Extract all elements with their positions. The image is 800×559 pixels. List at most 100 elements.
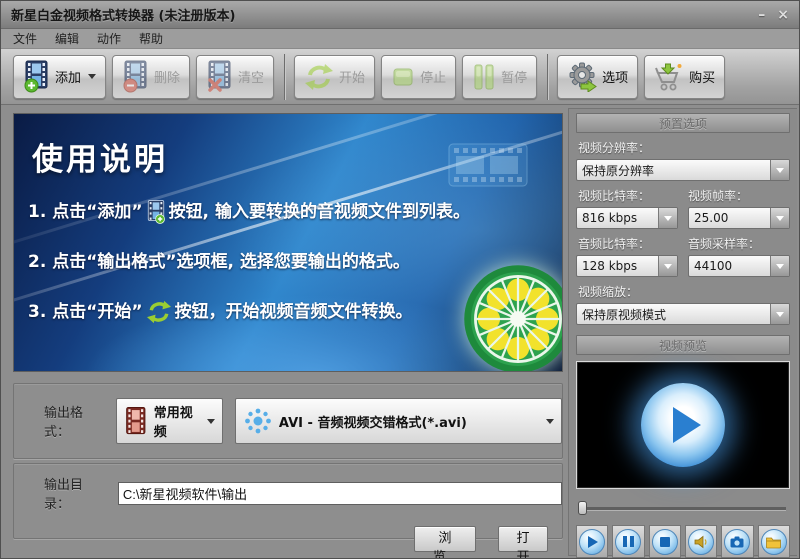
add-dropdown-arrow-icon[interactable] (88, 74, 96, 79)
frame-rate-label: 视频帧率： (688, 187, 790, 204)
pause-icon (615, 529, 641, 555)
camera-icon (724, 529, 750, 555)
inline-add-film-icon (146, 199, 166, 225)
sample-rate-combobox[interactable]: 44100 (688, 255, 790, 277)
audio-bitrate-combobox[interactable]: 128 kbps (576, 255, 678, 277)
pause-bars-icon (472, 63, 496, 91)
window-title: 新星白金视频格式转换器 (未注册版本) (11, 5, 235, 24)
player-controls (576, 525, 790, 558)
pause-button[interactable] (612, 525, 644, 558)
open-folder-button[interactable] (758, 525, 790, 558)
format-category-combobox[interactable]: 常用视频 (116, 398, 223, 444)
film-x-icon (206, 60, 233, 93)
dropdown-arrow-icon[interactable] (658, 256, 677, 276)
audio-bitrate-label: 音频比特率： (578, 235, 680, 252)
film-minus-icon (122, 60, 149, 93)
menu-file[interactable]: 文件 (13, 30, 37, 47)
usage-banner: 使用说明 1. 点击“添加” 按钮, 输入要转换的音视频文件到列表。 2. 点击… (13, 113, 563, 372)
film-plus-icon (23, 60, 50, 93)
sample-rate-label: 音频采样率： (688, 235, 790, 252)
speaker-icon (688, 529, 714, 555)
remove-button[interactable]: 删除 (112, 55, 190, 99)
preview-play-button[interactable] (641, 383, 725, 467)
category-dropdown-arrow-icon[interactable] (207, 419, 215, 424)
video-bitrate-combobox[interactable]: 816 kbps (576, 207, 678, 229)
frame-rate-combobox[interactable]: 25.00 (688, 207, 790, 229)
output-directory-group: 输出目录： 浏览... 打开 (13, 463, 563, 539)
add-button-label: 添加 (55, 67, 81, 86)
video-preview-header: 视频预览 (576, 335, 790, 355)
dropdown-arrow-icon[interactable] (770, 256, 789, 276)
buy-button[interactable]: 购买 (644, 55, 725, 99)
format-value: AVI - 音频视频交错格式(*.avi) (279, 412, 467, 431)
menu-edit[interactable]: 编辑 (55, 30, 79, 47)
toolbar-separator (547, 54, 549, 100)
instruction-step-2: 2. 点击“输出格式”选项框, 选择您要输出的格式。 (28, 247, 410, 272)
options-button[interactable]: 选项 (557, 55, 638, 99)
preset-options-header: 预置选项 (576, 113, 790, 133)
menu-bar: 文件 编辑 动作 帮助 (1, 29, 799, 49)
video-scale-label: 视频缩放： (578, 283, 790, 300)
dropdown-arrow-icon[interactable] (770, 208, 789, 228)
snapshot-button[interactable] (721, 525, 753, 558)
play-triangle-icon (673, 407, 701, 443)
dropdown-arrow-icon[interactable] (770, 160, 789, 180)
output-format-group: 输出格式： 常用视频 AVI - 音频视频交错格式(*.avi) (13, 383, 563, 459)
pause-button[interactable]: 暂停 (462, 55, 537, 99)
cart-icon (654, 62, 684, 92)
video-scale-combobox[interactable]: 保持原视频模式 (576, 303, 790, 325)
folder-icon (761, 529, 787, 555)
format-category-value: 常用视频 (154, 402, 201, 440)
clear-button[interactable]: 清空 (196, 55, 274, 99)
dropdown-arrow-icon[interactable] (658, 208, 677, 228)
app-window: 新星白金视频格式转换器 (未注册版本) – × 文件 编辑 动作 帮助 添加 (0, 0, 800, 559)
stop-button-label: 停止 (420, 67, 446, 86)
stop-square-icon (391, 65, 415, 89)
lime-wheel-logo (462, 263, 563, 372)
menu-action[interactable]: 动作 (97, 30, 121, 47)
stop-icon (652, 529, 678, 555)
preset-panel: 预置选项 视频分辨率： 保持原分辨率 视频比特率： 视频帧率： 816 kbps… (568, 108, 797, 556)
film-strip-decoration-icon (448, 136, 534, 192)
resolution-combobox[interactable]: 保持原分辨率 (576, 159, 790, 181)
output-directory-label: 输出目录： (44, 474, 106, 512)
output-directory-input[interactable] (118, 482, 562, 505)
refresh-arrows-icon (304, 63, 334, 91)
format-combobox[interactable]: AVI - 音频视频交错格式(*.avi) (235, 398, 562, 444)
pause-button-label: 暂停 (501, 67, 527, 86)
play-button[interactable] (576, 525, 608, 558)
video-bitrate-label: 视频比特率： (578, 187, 680, 204)
play-icon (579, 529, 605, 555)
video-preview-area (576, 361, 790, 489)
mute-button[interactable] (685, 525, 717, 558)
output-format-label: 输出格式： (44, 402, 104, 440)
add-button[interactable]: 添加 (13, 55, 106, 99)
format-dropdown-arrow-icon[interactable] (546, 419, 554, 424)
remove-button-label: 删除 (154, 67, 180, 86)
browse-button[interactable]: 浏览... (414, 526, 476, 552)
buy-button-label: 购买 (689, 67, 715, 86)
slider-thumb[interactable] (578, 501, 587, 515)
slider-track (580, 507, 786, 510)
resolution-label: 视频分辨率： (578, 139, 790, 156)
blue-dots-icon (243, 406, 273, 436)
dropdown-arrow-icon[interactable] (770, 304, 789, 324)
gear-icon (567, 62, 597, 92)
menu-help[interactable]: 帮助 (139, 30, 163, 47)
stop-button[interactable] (649, 525, 681, 558)
close-button[interactable]: × (777, 8, 789, 22)
preview-seek-slider[interactable] (576, 501, 790, 515)
stop-button[interactable]: 停止 (381, 55, 456, 99)
red-film-icon (124, 405, 148, 437)
start-button[interactable]: 开始 (294, 55, 375, 99)
title-bar: 新星白金视频格式转换器 (未注册版本) – × (1, 1, 799, 29)
toolbar-separator (284, 54, 286, 100)
inline-start-icon (146, 300, 172, 324)
open-button[interactable]: 打开 (498, 526, 548, 552)
options-button-label: 选项 (602, 67, 628, 86)
toolbar: 添加 删除 清空 (1, 49, 799, 105)
clear-button-label: 清空 (238, 67, 264, 86)
instruction-step-1: 1. 点击“添加” 按钮, 输入要转换的音视频文件到列表。 (28, 197, 470, 225)
instruction-step-3: 3. 点击“开始” 按钮，开始视频音频文件转换。 (28, 297, 413, 324)
minimize-button[interactable]: – (758, 8, 765, 22)
